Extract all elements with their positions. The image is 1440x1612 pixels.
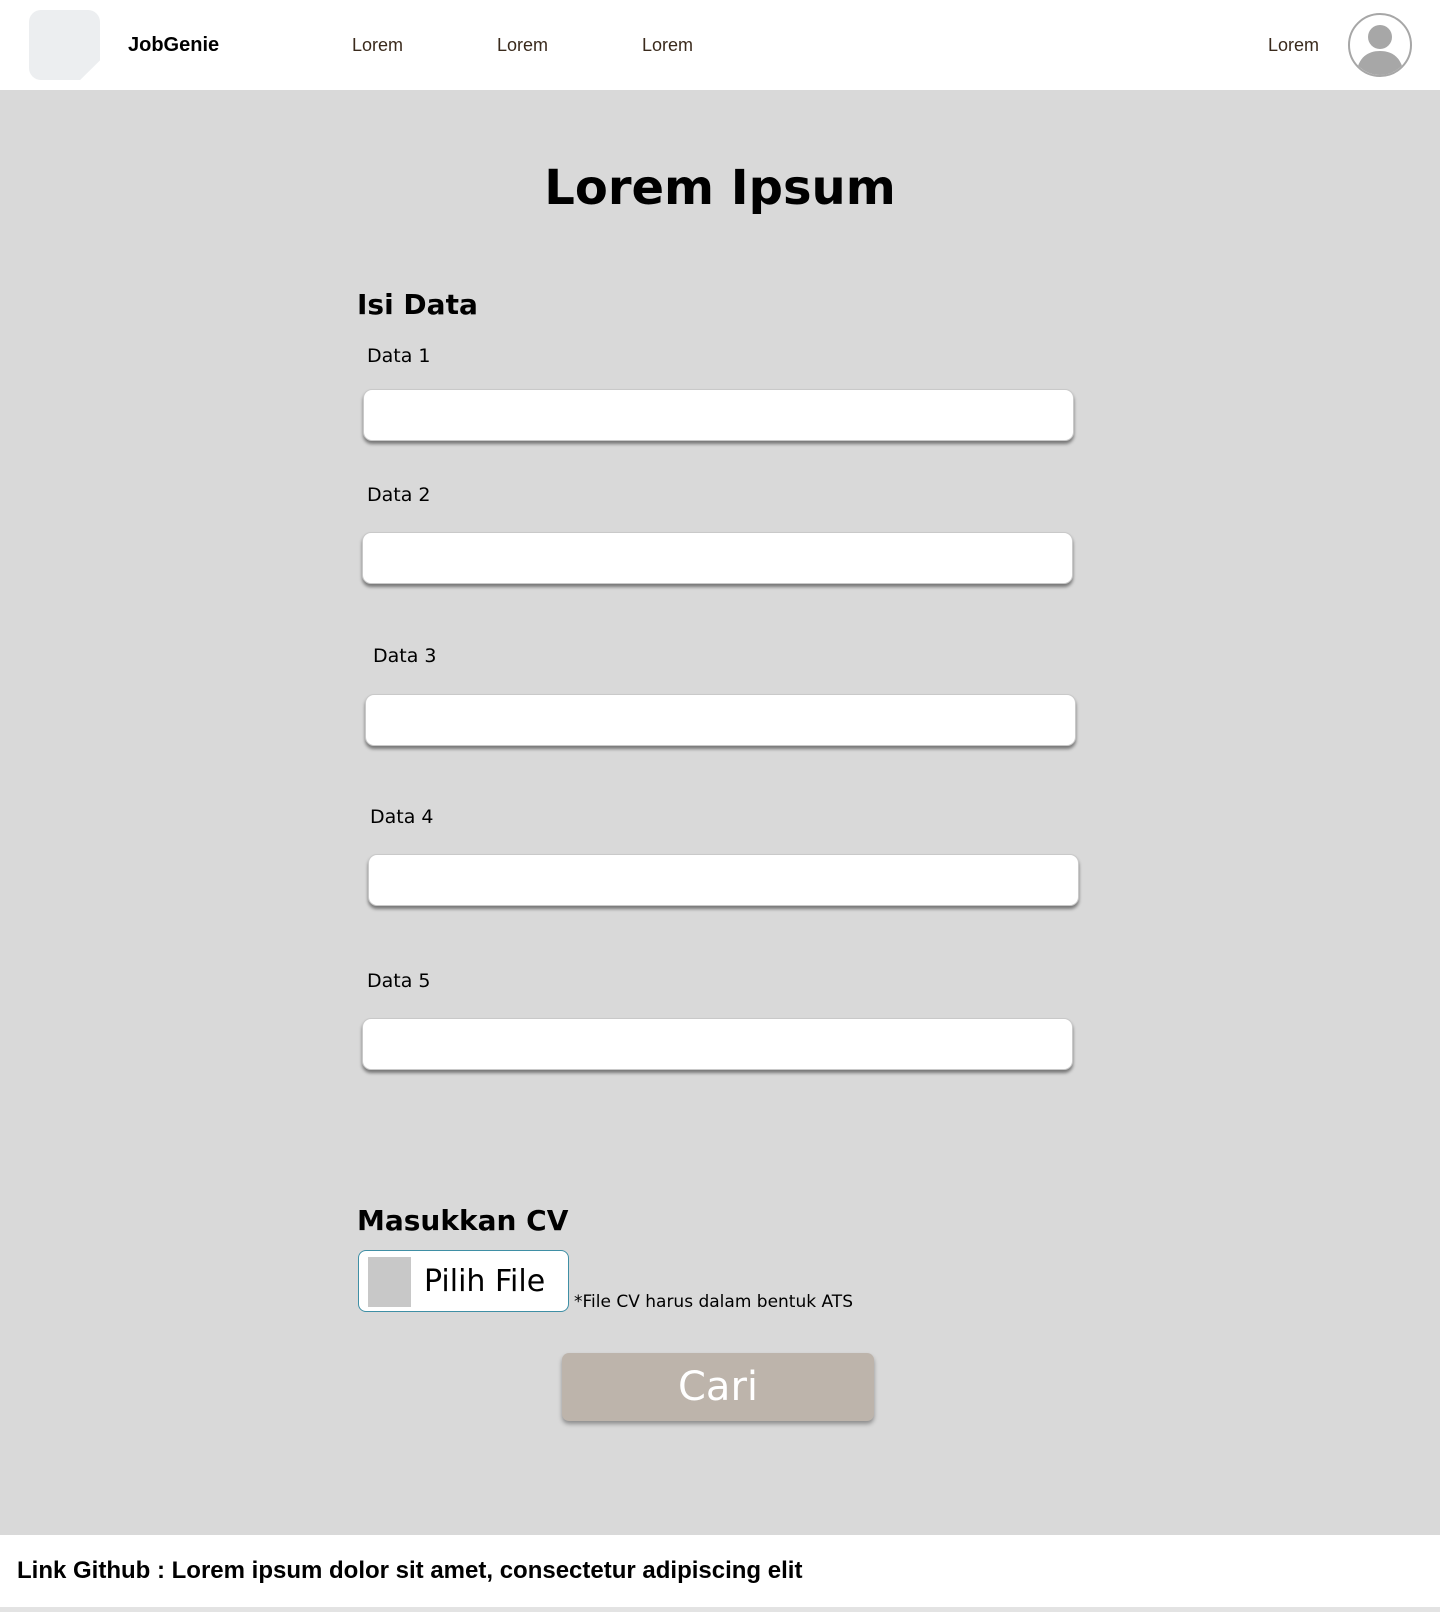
field-label-data-5: Data 5: [367, 970, 431, 992]
form-heading: Isi Data: [357, 288, 478, 321]
nav-link-1[interactable]: Lorem: [352, 35, 403, 56]
nav-link-account[interactable]: Lorem: [1268, 35, 1319, 56]
data-3-input[interactable]: [365, 694, 1076, 746]
data-2-input[interactable]: [362, 532, 1073, 584]
data-5-input[interactable]: [362, 1018, 1073, 1070]
field-label-data-3: Data 3: [373, 645, 437, 667]
logo-icon[interactable]: [29, 10, 100, 80]
data-4-input[interactable]: [368, 854, 1079, 906]
file-icon: [368, 1257, 411, 1307]
footer: Link Github : Lorem ipsum dolor sit amet…: [0, 1535, 1440, 1607]
data-1-input[interactable]: [363, 389, 1074, 441]
search-button[interactable]: Cari: [562, 1353, 874, 1421]
nav-link-3[interactable]: Lorem: [642, 35, 693, 56]
nav-link-2[interactable]: Lorem: [497, 35, 548, 56]
cv-heading: Masukkan CV: [357, 1204, 569, 1237]
page-title: Lorem Ipsum: [544, 160, 896, 216]
choose-file-label: Pilih File: [424, 1264, 546, 1299]
brand-name[interactable]: JobGenie: [128, 34, 219, 57]
field-label-data-1: Data 1: [367, 345, 431, 367]
github-link-text[interactable]: Link Github : Lorem ipsum dolor sit amet…: [17, 1557, 802, 1585]
file-format-note: *File CV harus dalam bentuk ATS: [574, 1292, 853, 1312]
user-avatar-icon[interactable]: [1348, 13, 1412, 77]
choose-file-button[interactable]: Pilih File: [358, 1250, 569, 1312]
top-navbar: JobGenie Lorem Lorem Lorem Lorem: [0, 0, 1440, 90]
field-label-data-4: Data 4: [370, 806, 434, 828]
footer-divider: [0, 1607, 1440, 1612]
field-label-data-2: Data 2: [367, 484, 431, 506]
